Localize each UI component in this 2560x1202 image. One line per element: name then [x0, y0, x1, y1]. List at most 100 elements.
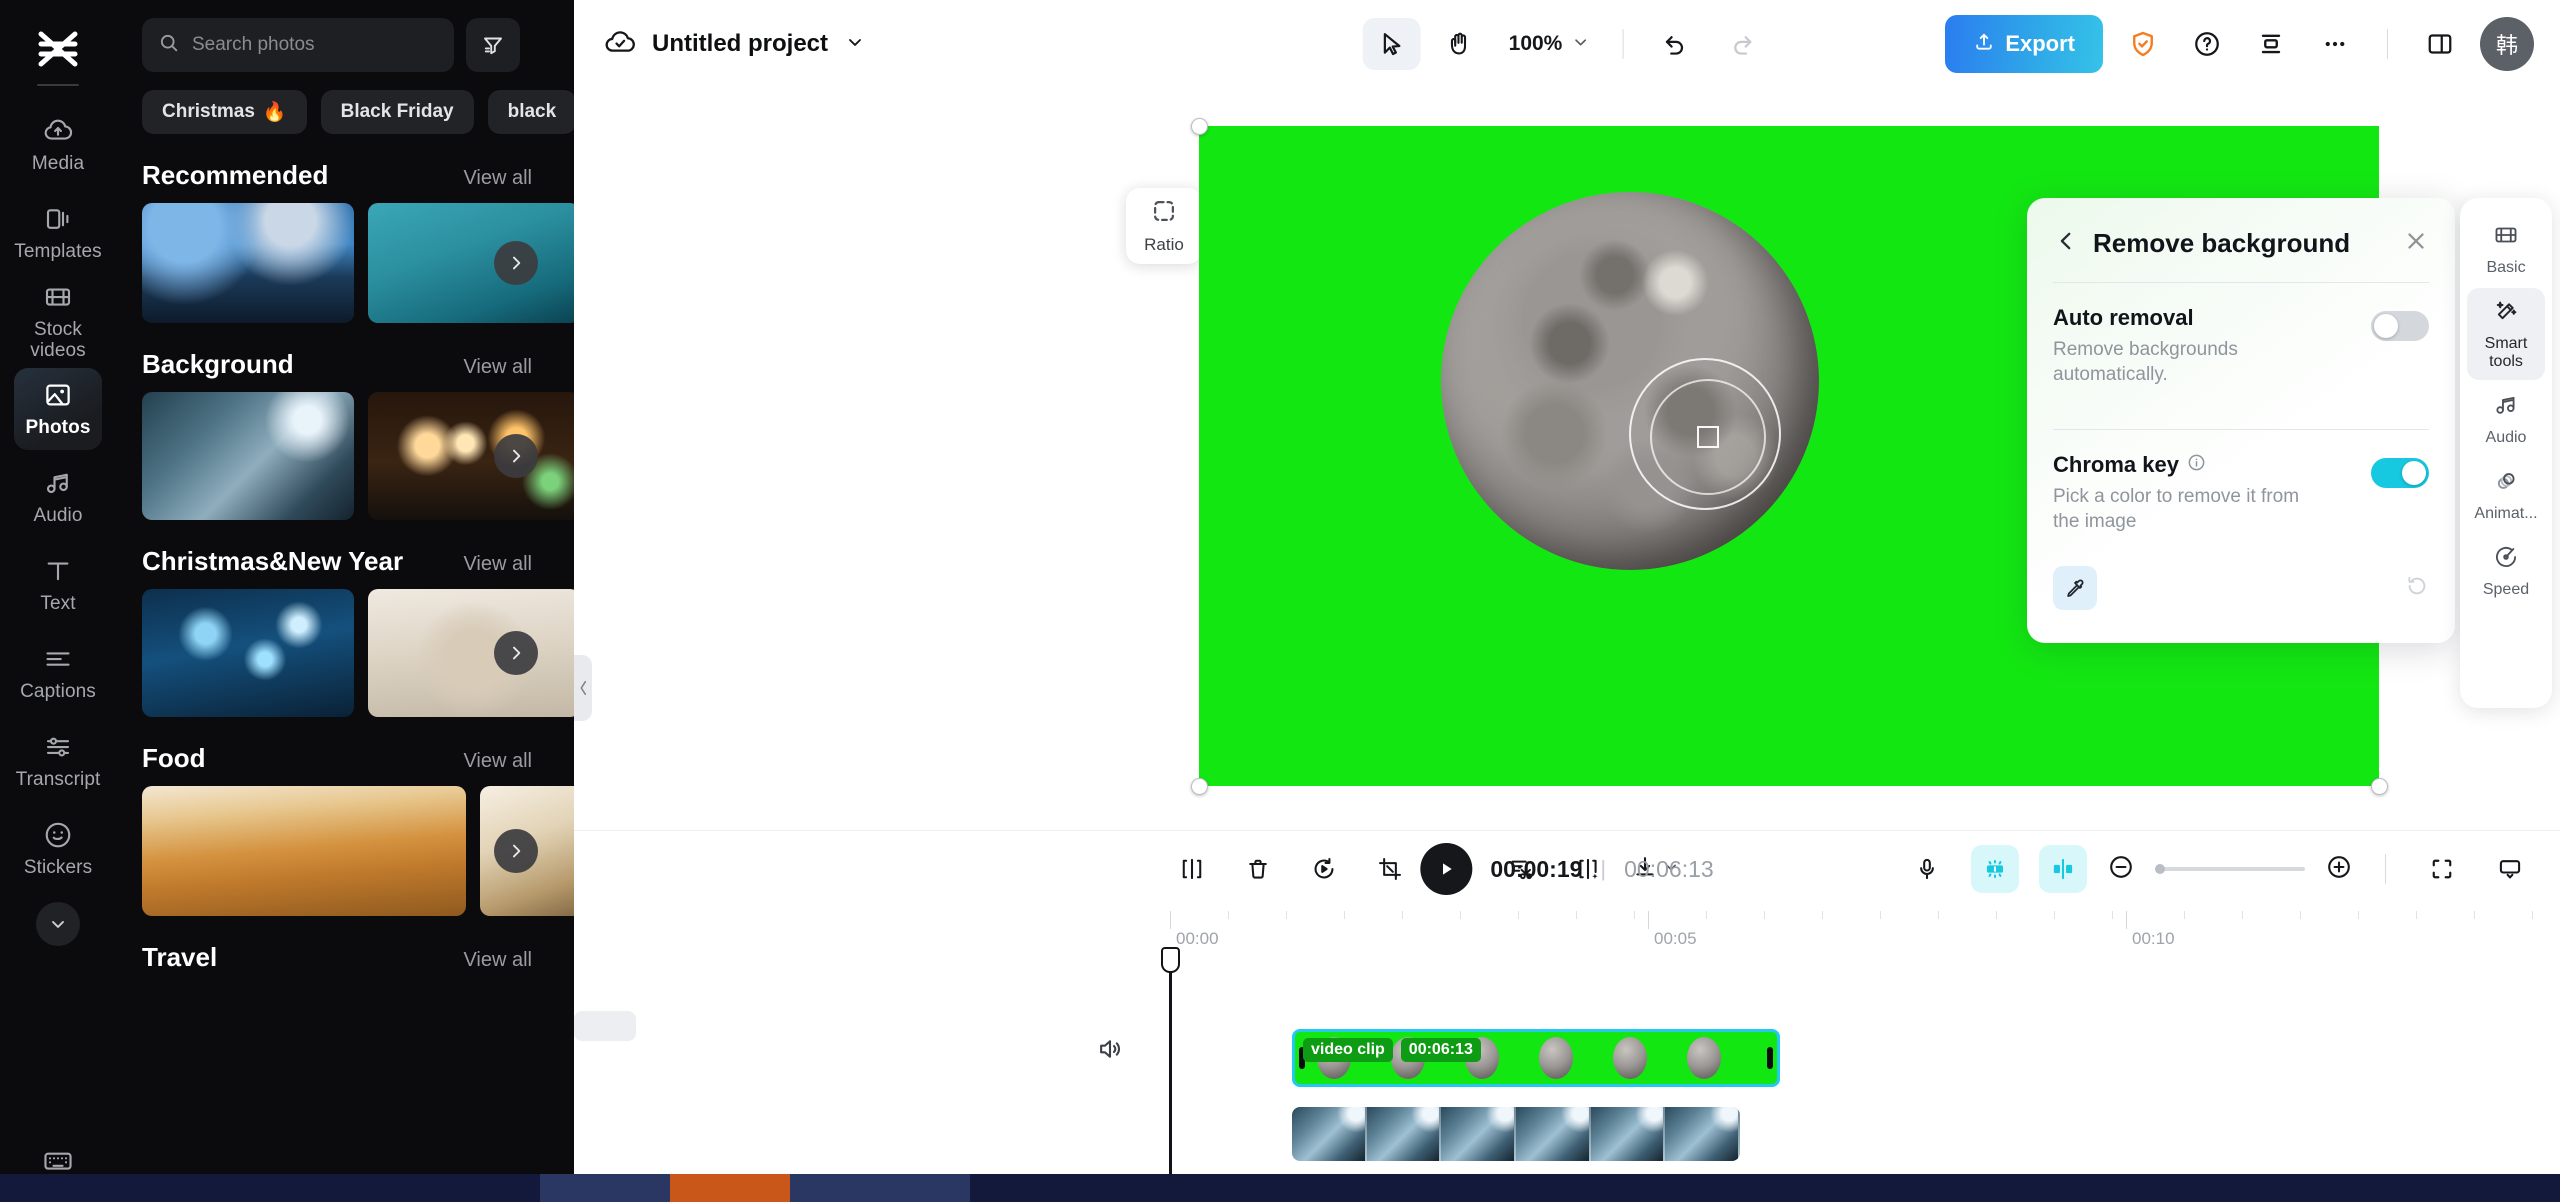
timeline-ruler[interactable]: 00:00 00:05 00:10 00:15 [1170, 907, 2560, 949]
rail-tab-basic[interactable]: Basic [2467, 212, 2545, 286]
selection-handle-bottom-left[interactable] [1191, 778, 1208, 795]
monitor-chevron-icon[interactable] [2486, 845, 2534, 893]
photos-browser-panel: Christmas 🔥 Black Friday black Recommend… [116, 0, 574, 1202]
redo-icon[interactable] [1713, 18, 1771, 70]
moon-image [1441, 192, 1819, 570]
search-input-wrapper[interactable] [142, 18, 454, 72]
sidebar-item-stock-videos[interactable]: Stock videos [14, 280, 102, 362]
ratio-button[interactable]: Ratio [1126, 188, 1202, 264]
timeline-toolbar: 00:00:19 | 00:06:13 [574, 831, 2560, 907]
templates-icon [43, 204, 73, 234]
animation-circles-icon [2493, 468, 2519, 499]
chevron-down-icon[interactable] [844, 31, 866, 58]
panel-collapse-handle[interactable] [574, 655, 592, 721]
photo-thumbnail[interactable] [368, 589, 574, 717]
chip-label: black [507, 101, 557, 122]
photo-thumbnail[interactable] [368, 392, 574, 520]
view-all-link[interactable]: View all [463, 356, 532, 379]
view-all-link[interactable]: View all [463, 167, 532, 190]
stack-icon[interactable] [2247, 20, 2295, 68]
undo-icon[interactable] [1645, 18, 1703, 70]
selection-handle-top-left[interactable] [1191, 118, 1208, 135]
timeline-clip-video[interactable]: video clip 00:06:13 [1292, 1029, 1780, 1087]
chroma-key-row: Chroma key Pick a color to remove it fro… [2053, 430, 2429, 560]
color-picker-ring[interactable] [1629, 358, 1781, 510]
export-button[interactable]: Export [1945, 15, 2103, 73]
align-clips-icon[interactable] [2039, 845, 2087, 893]
taskbar-segment-active[interactable] [670, 1174, 790, 1202]
auto-split-icon[interactable] [1971, 845, 2019, 893]
zoom-level-dropdown[interactable]: 100% [1499, 32, 1601, 57]
chroma-key-toggle[interactable] [2371, 458, 2429, 488]
shield-check-icon[interactable] [2119, 20, 2167, 68]
cloud-check-icon[interactable] [604, 26, 636, 63]
chip-black-friday[interactable]: Black Friday [320, 90, 474, 134]
speaker-icon[interactable] [1096, 1035, 1124, 1068]
chip-black[interactable]: black [487, 90, 574, 134]
properties-rail: Basic Smart tools Audio Animat... Speed [2460, 198, 2552, 708]
chevron-right-icon[interactable] [494, 434, 538, 478]
photo-thumbnail[interactable] [142, 786, 466, 916]
sidebar-item-text[interactable]: Text [14, 544, 102, 626]
photo-thumbnail[interactable] [142, 589, 354, 717]
zoom-level-value: 100% [1508, 32, 1563, 55]
avatar[interactable]: 韩 [2480, 17, 2534, 71]
capcut-logo-icon[interactable] [32, 28, 84, 72]
sidebar-item-templates[interactable]: Templates [14, 192, 102, 274]
reset-circular-arrow-icon[interactable] [2405, 574, 2429, 603]
rail-tab-animation[interactable]: Animat... [2467, 458, 2545, 532]
question-circle-icon[interactable] [2183, 20, 2231, 68]
sidebar-item-label: Stickers [23, 857, 93, 878]
reverse-icon[interactable] [1302, 847, 1346, 891]
trash-icon[interactable] [1236, 847, 1280, 891]
timeline-zoom-slider[interactable] [2155, 864, 2305, 874]
sidebar-item-media[interactable]: Media [14, 104, 102, 186]
rail-tab-audio[interactable]: Audio [2467, 382, 2545, 456]
sidebar-item-transcript[interactable]: Transcript [14, 720, 102, 802]
cursor-arrow-icon[interactable] [1362, 18, 1421, 70]
sidebar-item-captions[interactable]: Captions [14, 632, 102, 714]
photo-thumbnail[interactable] [142, 203, 354, 323]
hand-icon[interactable] [1431, 18, 1489, 70]
photo-thumbnail[interactable] [368, 203, 574, 323]
chevron-down-icon[interactable] [36, 902, 80, 946]
section-header-christmas-new-year: Christmas&New Year View all [142, 546, 574, 577]
sidebar-item-stickers[interactable]: Stickers [14, 808, 102, 890]
timeline-clip-photo[interactable] [1292, 1107, 1740, 1161]
chevron-right-icon[interactable] [494, 631, 538, 675]
eyedropper-icon[interactable] [2053, 566, 2097, 610]
split-panel-icon[interactable] [2416, 20, 2464, 68]
timeline-footer-chip[interactable] [574, 1011, 636, 1041]
view-all-link[interactable]: View all [463, 553, 532, 576]
auto-removal-toggle[interactable] [2371, 311, 2429, 341]
chevron-right-icon[interactable] [494, 829, 538, 873]
view-all-link[interactable]: View all [463, 750, 532, 773]
clip-trim-handle-right[interactable] [1767, 1047, 1773, 1069]
sidebar-item-photos[interactable]: Photos [14, 368, 102, 450]
minus-circle-icon[interactable] [2107, 853, 2135, 886]
search-input[interactable] [192, 34, 438, 56]
filter-icon[interactable] [466, 18, 520, 72]
selection-handle-bottom-right[interactable] [2371, 778, 2388, 795]
play-icon[interactable] [1420, 843, 1473, 895]
rail-tab-speed[interactable]: Speed [2467, 534, 2545, 608]
split-clip-icon[interactable] [1170, 847, 1214, 891]
microphone-icon[interactable] [1903, 845, 1951, 893]
rail-divider [37, 84, 79, 86]
info-circle-icon[interactable] [2187, 452, 2206, 478]
playhead[interactable] [1161, 947, 1180, 1202]
rail-tab-smart-tools[interactable]: Smart tools [2467, 288, 2545, 380]
fit-to-screen-icon[interactable] [2418, 845, 2466, 893]
crop-icon[interactable] [1368, 847, 1412, 891]
chevron-right-icon[interactable] [494, 241, 538, 285]
chevron-left-icon[interactable] [2053, 228, 2079, 259]
photo-thumbnail[interactable] [142, 392, 354, 520]
ellipsis-icon[interactable] [2311, 20, 2359, 68]
close-icon[interactable] [2403, 228, 2429, 259]
plus-circle-icon[interactable] [2325, 853, 2353, 886]
sidebar-item-audio[interactable]: Audio [14, 456, 102, 538]
rail-tab-label: Smart tools [2484, 335, 2528, 370]
view-all-link[interactable]: View all [463, 949, 532, 972]
taskbar-segment [540, 1174, 670, 1202]
chip-christmas[interactable]: Christmas 🔥 [142, 90, 307, 134]
